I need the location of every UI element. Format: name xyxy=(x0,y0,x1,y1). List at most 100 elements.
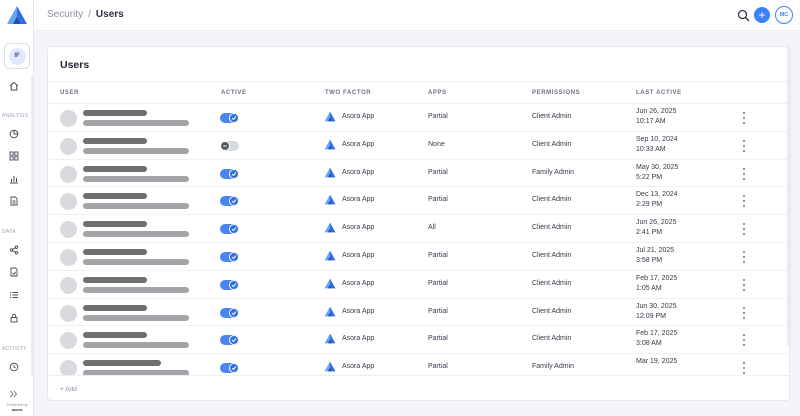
lock-icon[interactable] xyxy=(8,312,20,324)
table-row[interactable]: Asora App Partial Client Admin Jun 30, 2025… xyxy=(48,299,789,327)
row-menu-icon[interactable] xyxy=(742,195,746,208)
row-menu-icon[interactable] xyxy=(742,250,746,263)
row-menu-icon[interactable] xyxy=(742,223,746,236)
user-avatar[interactable]: MC xyxy=(775,6,793,24)
last-active-time: 3:08 AM xyxy=(636,340,662,348)
permissions-cell: Client Admin xyxy=(532,113,572,120)
expand-icon[interactable] xyxy=(8,388,20,400)
grid-icon[interactable] xyxy=(8,150,20,162)
clock-icon[interactable] xyxy=(8,361,20,373)
apps-cell: Partial xyxy=(428,363,448,371)
two-factor-cell: Asora App xyxy=(324,306,374,317)
sidebar-section-analysis: ANALYSIS xyxy=(2,113,29,119)
two-factor-method: Asora App xyxy=(342,168,375,176)
pie-chart-icon[interactable] xyxy=(8,128,20,140)
active-toggle[interactable] xyxy=(220,279,239,290)
column-two-factor[interactable]: TWO FACTOR xyxy=(325,90,371,96)
two-factor-method: Asora App xyxy=(342,113,375,120)
user-email-redacted xyxy=(83,120,189,126)
asora-app-icon xyxy=(324,333,336,344)
org-switcher[interactable]: IF xyxy=(4,43,30,69)
asora-app-icon xyxy=(324,111,336,122)
user-name-redacted xyxy=(83,332,147,339)
active-toggle[interactable] xyxy=(220,140,239,151)
permissions-cell: Client Admin xyxy=(532,279,572,287)
row-menu-icon[interactable] xyxy=(742,334,746,347)
avatar xyxy=(60,165,77,183)
row-menu-icon[interactable] xyxy=(742,306,746,319)
last-active-time: 1:05 AM xyxy=(636,284,662,292)
active-toggle[interactable] xyxy=(220,363,239,374)
permissions-cell: Client Admin xyxy=(532,224,572,232)
table-row[interactable]: Asora App Partial Client Admin Feb 17, 2025… xyxy=(48,271,789,299)
active-toggle[interactable] xyxy=(220,251,239,262)
asora-app-icon xyxy=(324,250,336,261)
org-initials: IF xyxy=(8,47,26,65)
user-email-redacted xyxy=(83,314,189,321)
document-icon[interactable] xyxy=(8,195,20,207)
check-icon xyxy=(229,335,239,346)
active-toggle[interactable] xyxy=(220,224,239,235)
column-active[interactable]: ACTIVE xyxy=(221,90,247,96)
breadcrumb-separator: / xyxy=(88,9,91,20)
active-toggle[interactable] xyxy=(220,196,239,207)
last-active-cell: Feb 17, 2025 1:05 AM xyxy=(636,274,677,294)
last-active-time: 10:33 AM xyxy=(636,145,666,153)
last-active-time: 2:29 PM xyxy=(636,201,663,209)
active-toggle[interactable] xyxy=(220,113,239,123)
table-row[interactable]: Asora App None Client Admin Sep 10, 2024 10:… xyxy=(48,132,789,160)
file-icon[interactable] xyxy=(8,266,20,278)
users-panel: Users USER ACTIVE TWO FACTOR APPS PERMIS… xyxy=(47,46,790,401)
avatar xyxy=(60,193,77,211)
last-active-date: Dec 13, 2024 xyxy=(636,191,678,199)
column-apps[interactable]: APPS xyxy=(428,90,447,96)
check-icon xyxy=(229,279,239,290)
apps-cell: Partial xyxy=(428,251,448,259)
last-active-cell: Mar 19, 2025 xyxy=(636,357,677,367)
two-factor-method: Asora App xyxy=(342,335,375,343)
sidebar-scrollbar[interactable] xyxy=(31,76,33,376)
row-menu-icon[interactable] xyxy=(742,278,746,291)
active-toggle[interactable] xyxy=(220,307,239,318)
permissions-cell: Client Admin xyxy=(532,307,572,315)
row-menu-icon[interactable] xyxy=(742,362,746,375)
last-active-cell: Sep 10, 2024 10:33 AM xyxy=(636,135,678,155)
column-permissions[interactable]: PERMISSIONS xyxy=(532,90,580,96)
share-icon[interactable] xyxy=(8,244,20,256)
row-menu-icon[interactable] xyxy=(742,112,746,124)
table-row[interactable]: Asora App Partial Client Admin Jul 21, 2025… xyxy=(48,243,789,271)
apps-cell: Partial xyxy=(428,279,448,287)
breadcrumb-security[interactable]: Security xyxy=(47,9,83,20)
row-menu-icon[interactable] xyxy=(742,167,746,180)
page-scrollbar[interactable] xyxy=(787,46,791,346)
table-row[interactable]: Asora App Partial Client Admin Dec 13, 2024… xyxy=(48,187,789,216)
active-toggle[interactable] xyxy=(220,168,239,179)
table-row[interactable]: Asora App Partial Client Admin Feb 17, 2025… xyxy=(48,326,789,355)
list-icon[interactable] xyxy=(8,289,20,301)
permissions-cell: Family Admin xyxy=(532,363,575,371)
avatar xyxy=(60,137,77,155)
table-row[interactable]: Asora App Partial Client Admin Jun 26, 2025… xyxy=(48,104,789,132)
last-active-date: Jun 30, 2025 xyxy=(636,302,677,310)
column-user[interactable]: USER xyxy=(60,90,79,96)
two-factor-method: Asora App xyxy=(342,251,375,259)
column-last-active[interactable]: LAST ACTIVE xyxy=(636,90,682,96)
table-row[interactable]: Asora App All Client Admin Jun 26, 2025 2:41… xyxy=(48,215,789,243)
asora-app-icon xyxy=(324,167,336,178)
table-row[interactable]: Asora App Partial Family Admin May 30, 2025… xyxy=(48,160,789,188)
home-icon[interactable] xyxy=(8,80,20,92)
asora-logo-icon[interactable] xyxy=(6,5,28,25)
two-factor-cell: Asora App xyxy=(324,333,374,344)
row-menu-icon[interactable] xyxy=(742,139,746,152)
search-icon[interactable] xyxy=(737,9,750,22)
last-active-date: Feb 17, 2025 xyxy=(636,330,678,338)
add-button[interactable]: + xyxy=(754,7,770,23)
add-user-link[interactable]: + Add xyxy=(60,386,77,393)
avatar xyxy=(60,332,77,350)
active-toggle[interactable] xyxy=(220,335,239,346)
check-icon xyxy=(229,251,239,262)
apps-cell: Partial xyxy=(428,168,448,176)
powered-by-brand: asora xyxy=(11,407,23,412)
bar-chart-icon[interactable] xyxy=(8,173,20,185)
two-factor-cell: Asora App xyxy=(324,194,374,205)
